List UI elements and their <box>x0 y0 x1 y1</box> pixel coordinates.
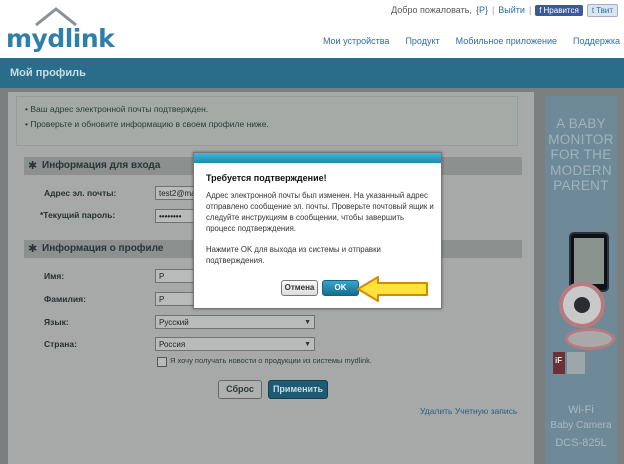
facebook-icon: f <box>539 5 542 15</box>
main-nav: Мои устройства Продукт Мобильное приложе… <box>323 36 620 46</box>
password-label: *Текущий пароль: <box>40 210 116 220</box>
country-value: Россия <box>159 340 186 349</box>
delete-account-link[interactable]: Удалить Учетную запись <box>420 406 517 416</box>
chevron-down-icon: ▼ <box>304 341 311 348</box>
notice-text-1: Ваш адрес электронной почты подтвержден. <box>30 104 209 114</box>
nav-mobile-app[interactable]: Мобильное приложение <box>456 36 557 46</box>
ad-line-3: FOR THE <box>550 147 612 162</box>
top-bar: Добро пожаловать, {P} | Выйти | f Нравитс… <box>391 3 618 17</box>
ad-line-4: MODERN <box>550 162 612 178</box>
award-badge <box>567 352 585 374</box>
logo-text: mydlink <box>6 24 115 53</box>
dialog-title: Требуется подтверждение! <box>206 173 327 183</box>
ad-line-5: PARENT <box>553 178 609 193</box>
pointer-arrow-icon <box>357 276 428 302</box>
login-section-title: Информация для входа <box>42 160 161 171</box>
ad-headline: A BABY MONITOR FOR THE MODERN PARENT <box>545 116 617 194</box>
title-band: Мой профиль <box>0 58 624 88</box>
email-field[interactable]: test2@ma <box>155 186 197 200</box>
language-select[interactable]: Русский ▼ <box>155 315 315 329</box>
roof-icon <box>35 7 77 26</box>
page-title: Мой профиль <box>10 67 86 79</box>
welcome-text: Добро пожаловать, <box>391 5 472 15</box>
dialog-title-bar <box>194 153 441 163</box>
user-link[interactable]: {P} <box>476 5 488 15</box>
separator: | <box>528 5 532 15</box>
reset-button[interactable]: Сброс <box>218 380 262 399</box>
password-field[interactable]: •••••••• <box>155 209 197 223</box>
tablet-screen <box>574 238 604 284</box>
newsletter-label: Я хочу получать новости о продукции из с… <box>170 356 373 365</box>
facebook-like-button[interactable]: f Нравится <box>535 4 583 16</box>
gear-icon: ✱ <box>28 243 38 255</box>
ok-button[interactable]: OK <box>322 280 359 296</box>
notice-box: • Ваш адрес электронной почты подтвержде… <box>16 96 518 146</box>
mydlink-logo[interactable]: mydlink <box>6 6 126 53</box>
gear-icon: ✱ <box>28 160 38 172</box>
email-label: Адрес эл. почты: <box>44 188 117 198</box>
camera-lens <box>574 297 590 313</box>
twitter-icon: t <box>591 5 595 15</box>
apply-button[interactable]: Применить <box>268 380 328 399</box>
separator: | <box>491 5 495 15</box>
cancel-button[interactable]: Отмена <box>281 280 318 296</box>
country-select[interactable]: Россия ▼ <box>155 337 315 351</box>
notice-line-2: • Проверьте и обновите информацию в свое… <box>25 119 269 129</box>
site-header: mydlink Добро пожаловать, {P} | Выйти | … <box>0 0 624 58</box>
ad-banner[interactable]: A BABY MONITOR FOR THE MODERN PARENT iF … <box>545 96 617 464</box>
ad-line-2: MONITOR <box>548 131 614 147</box>
first-name-field[interactable]: P <box>155 269 197 283</box>
country-label: Страна: <box>44 339 77 349</box>
twitter-tweet-button[interactable]: t Твит <box>586 3 618 17</box>
award-text: iF <box>555 356 563 365</box>
ad-product-line-2: Baby Camera <box>550 420 612 431</box>
last-name-label: Фамилия: <box>44 294 86 304</box>
notice-text-2: Проверьте и обновите информацию в своем … <box>30 119 269 129</box>
if-award-logo: iF <box>553 352 565 374</box>
facebook-label: Нравится <box>543 5 579 15</box>
language-label: Язык: <box>44 317 69 327</box>
nav-support[interactable]: Поддержка <box>573 36 620 46</box>
ad-model: DCS-825L <box>555 437 607 449</box>
camera-base <box>565 328 615 350</box>
ad-product-line-1: Wi-Fi <box>568 404 594 416</box>
nav-my-devices[interactable]: Мои устройства <box>323 36 390 46</box>
twitter-label: Твит <box>596 5 613 15</box>
dialog-message: Адрес электронной почты был изменен. На … <box>206 191 434 233</box>
nav-product[interactable]: Продукт <box>405 36 439 46</box>
notice-line-1: • Ваш адрес электронной почты подтвержде… <box>25 104 209 114</box>
chevron-down-icon: ▼ <box>304 319 311 326</box>
profile-section-title: Информация о профиле <box>42 243 164 254</box>
language-value: Русский <box>159 318 189 327</box>
camera-image <box>559 282 605 328</box>
first-name-label: Имя: <box>44 271 65 281</box>
ad-line-1: A BABY <box>556 116 606 131</box>
logout-link[interactable]: Выйти <box>498 5 525 15</box>
last-name-field[interactable]: P <box>155 292 197 306</box>
newsletter-checkbox[interactable] <box>157 357 167 367</box>
dialog-instruction: Нажмите OK для выхода из системы и отпра… <box>206 245 381 265</box>
